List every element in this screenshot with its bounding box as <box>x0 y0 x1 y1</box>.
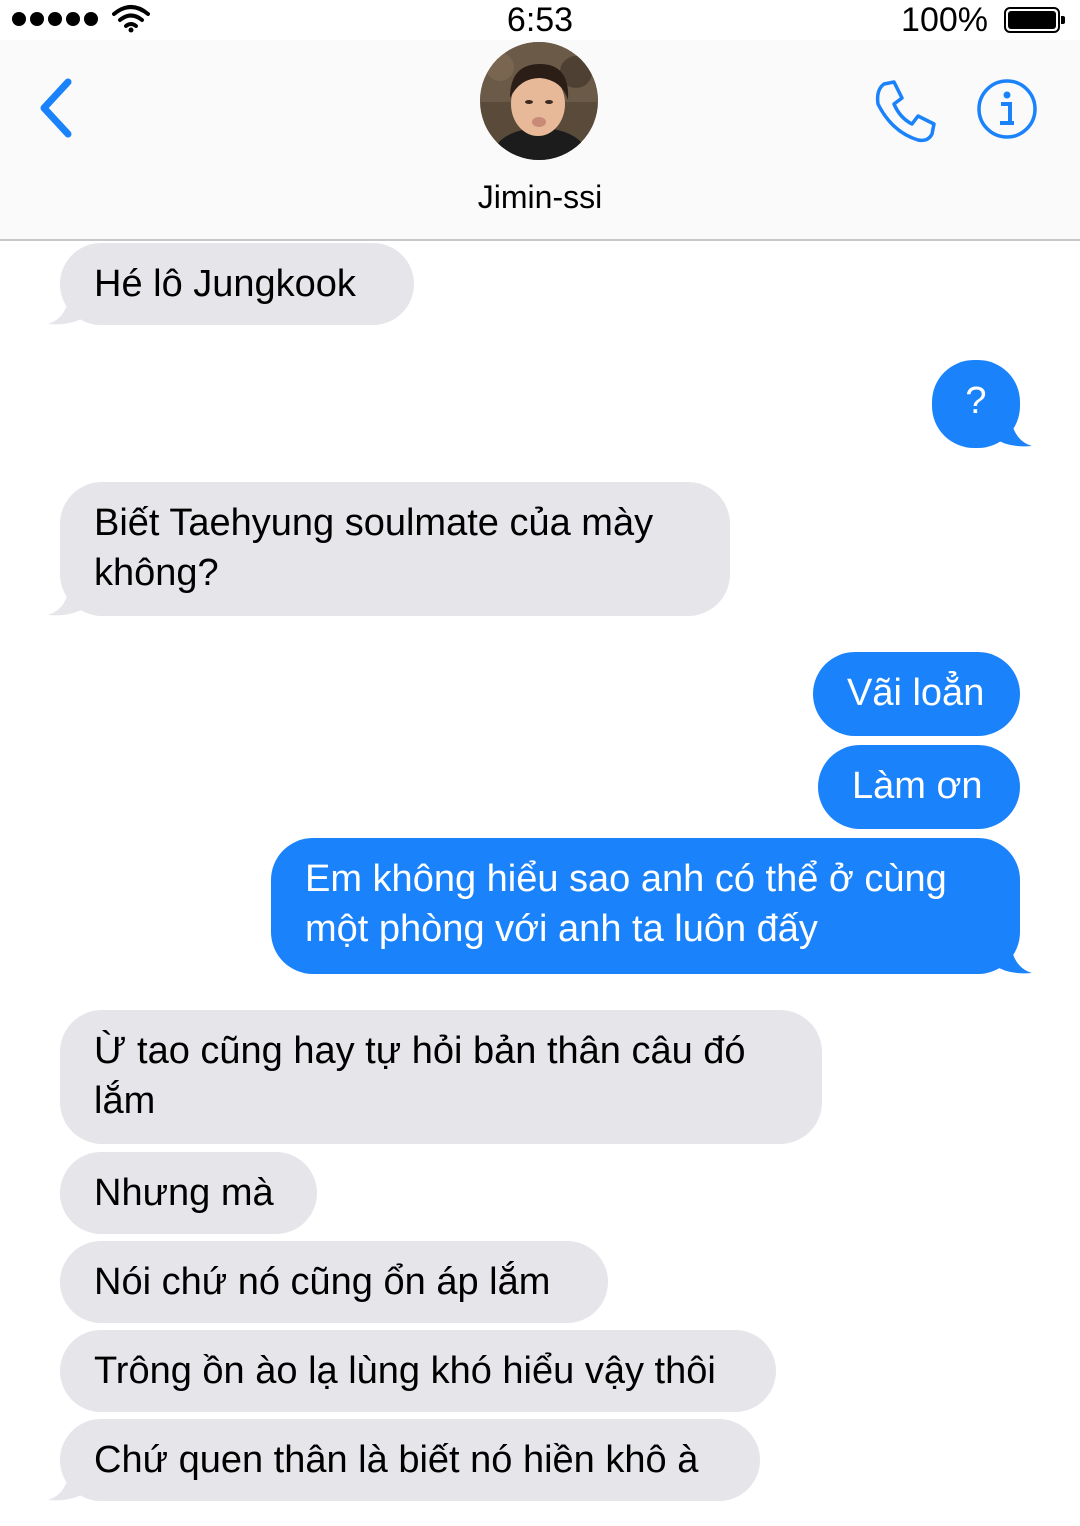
outgoing-message[interactable]: Vãi loẳn <box>813 652 1020 736</box>
message-text: Hé lô Jungkook <box>94 263 356 305</box>
bubble-tail <box>994 939 1032 974</box>
incoming-message[interactable]: Chứ quen thân là biết nó hiền khô à <box>60 1419 760 1501</box>
back-button[interactable] <box>30 72 90 142</box>
message-text: lắm <box>94 1080 156 1122</box>
avatar-photo <box>480 42 598 160</box>
contact-avatar[interactable] <box>480 42 598 160</box>
outgoing-message[interactable]: Làm ơn <box>818 745 1020 829</box>
incoming-message[interactable]: Trông ồn ào lạ lùng khó hiểu vậy thôi <box>60 1330 776 1412</box>
phone-icon[interactable] <box>870 76 940 146</box>
battery-percentage: 100% <box>901 1 988 39</box>
message-text: Làm ơn <box>852 765 983 807</box>
incoming-message[interactable]: Hé lô Jungkook <box>60 243 414 325</box>
incoming-message[interactable]: Nói chứ nó cũng ổn áp lắm <box>60 1241 608 1323</box>
message-text: không? <box>94 552 219 594</box>
info-icon[interactable] <box>976 78 1038 140</box>
bubble-tail <box>48 1466 86 1501</box>
outgoing-message[interactable]: Em không hiểu sao anh có thể ở cùng một … <box>271 838 1020 974</box>
message-text: Chứ quen thân là biết nó hiền khô à <box>94 1439 699 1481</box>
contact-name[interactable]: Jimin-ssi <box>0 175 1080 219</box>
bubble-tail <box>994 412 1032 447</box>
message-text: Nhưng mà <box>94 1172 274 1214</box>
message-text: Trông ồn ào lạ lùng khó hiểu vậy thôi <box>94 1350 716 1392</box>
incoming-message[interactable]: Nhưng mà <box>60 1152 317 1234</box>
battery-icon <box>1004 7 1065 33</box>
incoming-message[interactable]: Ừ tao cũng hay tự hỏi bản thân câu đó lắ… <box>60 1010 822 1144</box>
message-text: Biết Taehyung soulmate của mày <box>94 502 654 544</box>
conversation-header: Jimin-ssi <box>0 40 1080 241</box>
bubble-tail <box>48 581 86 616</box>
message-text: Vãi loẳn <box>847 672 985 714</box>
message-text: Ừ tao cũng hay tự hỏi bản thân câu đó <box>94 1030 746 1072</box>
message-text: Nói chứ nó cũng ổn áp lắm <box>94 1261 551 1303</box>
bubble-tail <box>48 290 86 325</box>
status-bar: 6:53 100% <box>0 0 1080 40</box>
message-text: một phòng với anh ta luôn đấy <box>305 908 818 950</box>
incoming-message[interactable]: Biết Taehyung soulmate của mày không? <box>60 482 730 616</box>
message-text: Em không hiểu sao anh có thể ở cùng <box>305 858 947 900</box>
